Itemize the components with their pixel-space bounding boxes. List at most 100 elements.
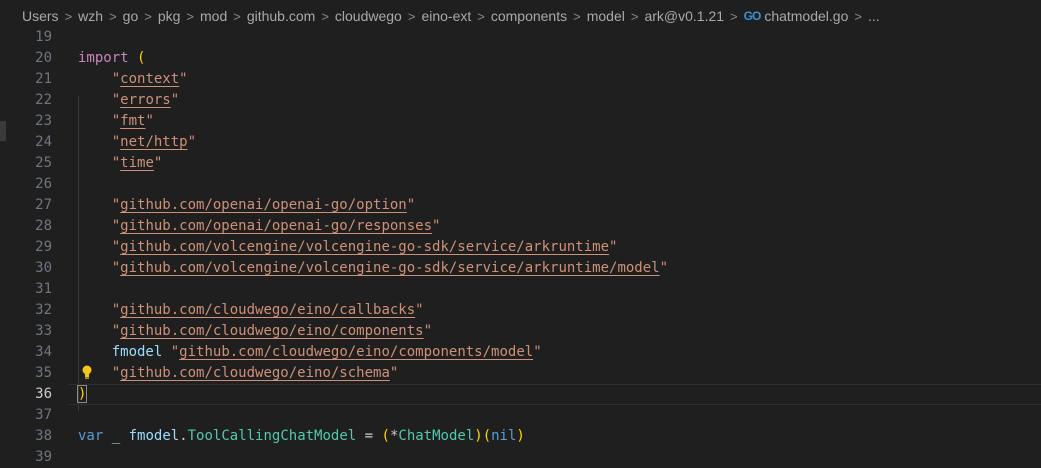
code-text: var _ fmodel.ToolCallingChatModel = (*Ch… [78, 426, 525, 447]
code-line[interactable]: 25 "time" [0, 153, 1041, 174]
code-line[interactable]: 38 var _ fmodel.ToolCallingChatModel = (*… [0, 426, 1041, 447]
chevron-right-icon: > [321, 8, 329, 24]
type-ref: ToolCallingChatModel [187, 428, 357, 444]
import-path-link[interactable]: github.com/cloudwego/eino/callbacks [120, 302, 415, 318]
type-ref: ChatModel [398, 428, 475, 444]
code-line[interactable]: 32 "github.com/cloudwego/eino/callbacks" [0, 300, 1041, 321]
code-line[interactable]: 24 "net/http" [0, 132, 1041, 153]
keyword: nil [491, 428, 517, 444]
line-number: 27 [35, 197, 52, 213]
code-text: "github.com/volcengine/volcengine-go-sdk… [111, 239, 618, 255]
breadcrumb-item-go[interactable]: go [123, 8, 139, 24]
operator: = [364, 428, 374, 444]
code-text: "github.com/cloudwego/eino/schema" [111, 365, 399, 381]
line-number: 31 [35, 281, 52, 297]
code-text: "net/http" [111, 134, 197, 150]
breadcrumb-item-ark[interactable]: ark@v0.1.21 [644, 8, 724, 24]
line-number: 35 [35, 365, 52, 381]
dot: . [179, 428, 188, 444]
code-line[interactable]: 22 "errors" [0, 90, 1041, 111]
line-number: 36 [35, 386, 52, 402]
import-path-link[interactable]: time [120, 155, 154, 171]
import-path-link[interactable]: github.com/cloudwego/eino/schema [120, 365, 390, 381]
bracket: ( [137, 50, 146, 66]
line-number: 21 [35, 71, 52, 87]
line-number: 33 [35, 323, 52, 339]
code-text: ) [76, 384, 88, 405]
code-line[interactable]: 20 import ( [0, 48, 1041, 69]
line-number: 32 [35, 302, 52, 318]
package-ref: fmodel [128, 428, 180, 444]
line-number: 29 [35, 239, 52, 255]
import-path-link[interactable]: github.com/volcengine/volcengine-go-sdk/… [120, 260, 659, 276]
chevron-right-icon: > [477, 8, 485, 24]
breadcrumb-item-file[interactable]: chatmodel.go [764, 8, 848, 24]
code-text: import ( [78, 48, 145, 69]
line-number: 25 [35, 155, 52, 171]
code-line[interactable]: 39 [0, 447, 1041, 468]
breadcrumb-item-cloudwego[interactable]: cloudwego [335, 8, 402, 24]
breadcrumb-more[interactable]: ... [868, 8, 880, 24]
line-number: 28 [35, 218, 52, 234]
import-path-link[interactable]: net/http [120, 134, 187, 150]
breadcrumb-item-users[interactable]: Users [22, 8, 59, 24]
code-line[interactable]: 34 fmodel "github.com/cloudwego/eino/com… [0, 342, 1041, 363]
code-line[interactable]: 29 "github.com/volcengine/volcengine-go-… [0, 237, 1041, 258]
breadcrumb-item-eino-ext[interactable]: eino-ext [421, 8, 471, 24]
code-line[interactable]: 21 "context" [0, 69, 1041, 90]
line-number: 20 [35, 50, 52, 66]
breadcrumb-item-github[interactable]: github.com [247, 8, 315, 24]
line-number: 30 [35, 260, 52, 276]
line-number: 24 [35, 134, 52, 150]
code-line[interactable]: 27 "github.com/openai/openai-go/option" [0, 195, 1041, 216]
chevron-right-icon: > [573, 8, 581, 24]
chevron-right-icon: > [109, 8, 117, 24]
chevron-right-icon: > [64, 8, 73, 24]
code-line[interactable]: 31 [0, 279, 1041, 300]
line-number: 38 [35, 428, 52, 444]
breadcrumb-item-wzh[interactable]: wzh [78, 8, 103, 24]
bracket: ( [381, 428, 390, 444]
code-text: "github.com/openai/openai-go/responses" [111, 218, 441, 234]
code-line[interactable]: 37 [0, 405, 1041, 426]
import-path-link[interactable]: github.com/openai/openai-go/responses [120, 218, 432, 234]
code-line[interactable]: 30 "github.com/volcengine/volcengine-go-… [0, 258, 1041, 279]
code-line[interactable]: 19 [0, 27, 1041, 48]
blank-identifier: _ [111, 428, 121, 444]
code-editor[interactable]: 19 20 import ( 21 "context" 22 "errors" 2… [0, 27, 1041, 468]
chevron-right-icon: > [630, 8, 639, 24]
import-path-link[interactable]: github.com/openai/openai-go/option [120, 197, 407, 213]
line-number: 39 [35, 449, 52, 465]
import-path-link[interactable]: context [120, 71, 179, 87]
line-number: 23 [35, 113, 52, 129]
breadcrumb-item-mod[interactable]: mod [200, 8, 227, 24]
line-number: 26 [35, 176, 52, 192]
chevron-right-icon: > [144, 8, 152, 24]
code-text: "errors" [111, 92, 180, 108]
code-line[interactable]: 33 "github.com/cloudwego/eino/components… [0, 321, 1041, 342]
import-path-link[interactable]: errors [120, 92, 171, 108]
chevron-right-icon: > [854, 8, 862, 24]
code-line-current[interactable]: 36) [0, 384, 1041, 405]
code-text: "github.com/volcengine/volcengine-go-sdk… [111, 260, 669, 276]
import-path-link[interactable]: github.com/volcengine/volcengine-go-sdk/… [120, 239, 609, 255]
code-line[interactable]: 26 [0, 174, 1041, 195]
code-line[interactable]: 23 "fmt" [0, 111, 1041, 132]
breadcrumb-item-pkg[interactable]: pkg [158, 8, 181, 24]
line-number: 37 [35, 407, 52, 423]
code-text: "time" [111, 155, 163, 171]
code-text: "context" [111, 71, 188, 87]
import-alias: fmodel [111, 344, 163, 360]
breadcrumb-item-components[interactable]: components [491, 8, 567, 24]
breadcrumb-item-model[interactable]: model [587, 8, 625, 24]
code-line[interactable]: 28 "github.com/openai/openai-go/response… [0, 216, 1041, 237]
chevron-right-icon: > [730, 8, 738, 24]
line-number: 19 [35, 29, 52, 45]
keyword: var [78, 428, 104, 444]
import-path-link[interactable]: github.com/cloudwego/eino/components/mod… [179, 344, 533, 360]
line-number: 34 [35, 344, 52, 360]
import-path-link[interactable]: github.com/cloudwego/eino/components [120, 323, 423, 339]
import-path-link[interactable]: fmt [120, 113, 145, 129]
code-text: "fmt" [111, 113, 154, 129]
code-line[interactable]: 35 "github.com/cloudwego/eino/schema" [0, 363, 1041, 384]
